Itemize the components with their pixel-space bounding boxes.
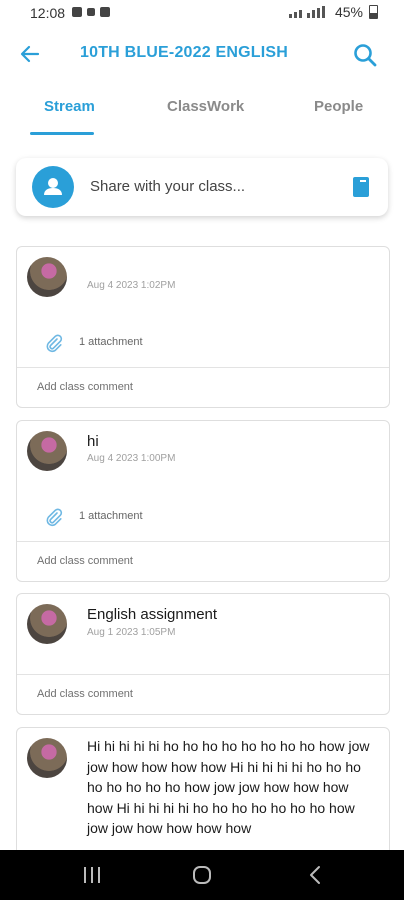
paperclip-icon[interactable] — [43, 507, 63, 527]
nav-back-icon[interactable] — [308, 865, 322, 885]
share-prompt[interactable]: Share with your class... — [90, 178, 245, 195]
app-bar: 10TH BLUE-2022 ENGLISH — [0, 32, 404, 76]
post-date: Aug 4 2023 1:02PM — [87, 280, 176, 291]
post-text: hi — [87, 433, 99, 450]
avatar — [27, 257, 67, 297]
paperclip-icon[interactable] — [43, 333, 63, 353]
divider — [17, 541, 389, 542]
person-icon — [32, 166, 74, 208]
book-icon[interactable] — [352, 176, 370, 198]
tab-classwork[interactable]: ClassWork — [167, 98, 244, 115]
notification-icons — [72, 7, 110, 17]
search-icon[interactable] — [352, 42, 378, 68]
battery-icon — [369, 5, 378, 19]
stream-post[interactable]: hi Aug 4 2023 1:00PM 1 attachment Add cl… — [16, 420, 390, 582]
avatar — [27, 738, 67, 778]
active-tab-indicator — [30, 132, 94, 135]
notification-dot-icon — [87, 8, 95, 16]
add-comment-link[interactable]: Add class comment — [37, 688, 133, 700]
app-notification-icon — [100, 7, 110, 17]
post-text: Hi hi hi hi hi ho ho ho ho ho ho ho ho h… — [87, 738, 370, 836]
post-date: Aug 4 2023 1:00PM — [87, 453, 176, 464]
add-comment-link[interactable]: Add class comment — [37, 381, 133, 393]
tab-stream[interactable]: Stream — [44, 98, 95, 115]
tab-people[interactable]: People — [314, 98, 363, 115]
gallery-icon — [72, 7, 82, 17]
avatar — [27, 431, 67, 471]
home-icon[interactable] — [192, 865, 212, 885]
stream-post[interactable]: Hi hi hi hi hi ho ho ho ho ho ho ho ho h… — [16, 727, 390, 869]
stream-post[interactable]: English assignment Aug 1 2023 1:05PM Add… — [16, 593, 390, 715]
recent-apps-icon[interactable] — [82, 866, 102, 884]
status-time: 12:08 — [30, 5, 66, 21]
stream-post[interactable]: Aug 4 2023 1:02PM 1 attachment Add class… — [16, 246, 390, 408]
divider — [17, 674, 389, 675]
attachment-label[interactable]: 1 attachment — [79, 510, 143, 522]
divider — [17, 367, 389, 368]
back-arrow-icon[interactable] — [18, 42, 42, 66]
post-date: Aug 1 2023 1:05PM — [87, 627, 176, 638]
class-title: 10TH BLUE-2022 ENGLISH — [80, 44, 289, 61]
signal-icon — [288, 6, 329, 18]
post-text: English assignment — [87, 606, 218, 623]
share-card[interactable]: Share with your class... — [16, 158, 388, 216]
attachment-label[interactable]: 1 attachment — [79, 336, 143, 348]
status-right: 45% — [288, 4, 378, 20]
tab-bar: Stream ClassWork People — [0, 88, 404, 135]
battery-percent: 45% — [334, 4, 363, 20]
add-comment-link[interactable]: Add class comment — [37, 555, 133, 567]
system-nav-bar — [0, 850, 404, 900]
status-bar: 12:08 45% — [0, 0, 404, 26]
avatar — [27, 604, 67, 644]
